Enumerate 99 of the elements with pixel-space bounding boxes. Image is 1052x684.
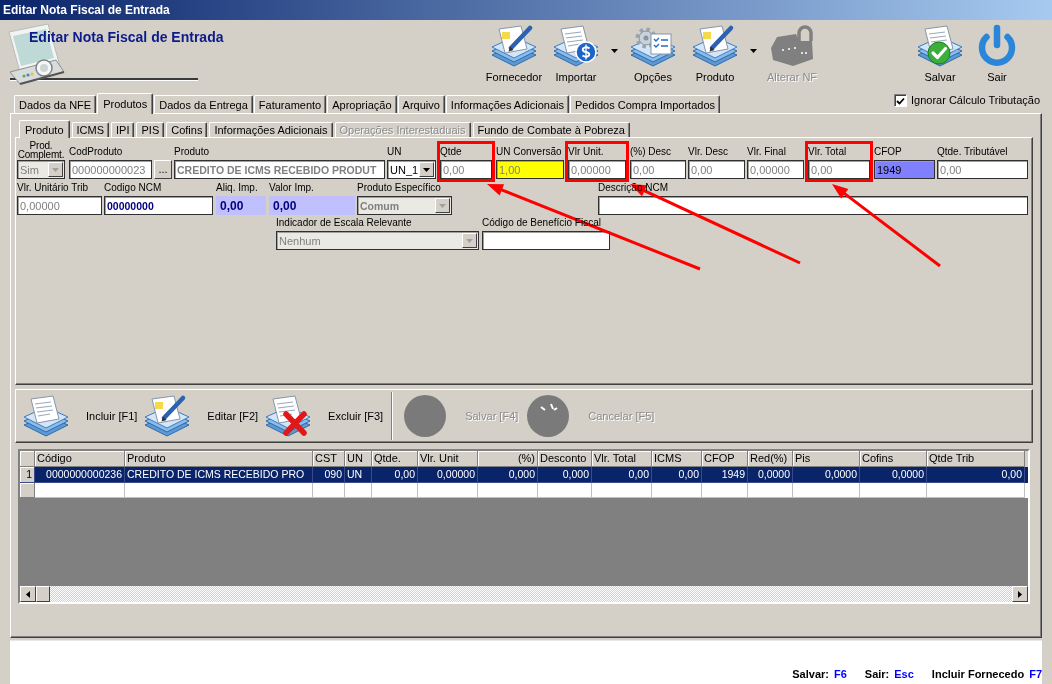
text-field[interactable] <box>598 196 1028 215</box>
column-header[interactable]: Cofins <box>860 451 927 467</box>
column-header[interactable]: Vlr. Unit <box>418 451 478 467</box>
tab[interactable]: Informações Adicionais <box>209 122 333 137</box>
documents-cross-icon <box>264 394 313 438</box>
tab[interactable]: ICMS <box>71 122 110 137</box>
field-label: Aliq. Imp. <box>216 182 258 194</box>
checkbox[interactable] <box>894 94 907 107</box>
value-display: 0,00 <box>269 196 355 215</box>
field-label: Produto <box>174 146 210 158</box>
action-button[interactable]: Excluir [F3] <box>264 394 384 438</box>
column-header[interactable]: Desconto <box>538 451 592 467</box>
column-header[interactable]: Qtde. <box>372 451 418 467</box>
field-label: Vlr Unit. <box>568 146 604 158</box>
caret-icon <box>52 167 59 172</box>
value-display: 0,00 <box>216 196 266 215</box>
toolbar-button[interactable]: Produto <box>685 24 745 84</box>
table-row[interactable]: 1 0000000000236 CREDITO DE ICMS RECEBIDO PRO 090 UN 0,00 0,00000 0,000 0,000 0,00 0,00 1949 0,0000 0,0000 0,0000 0,00 <box>20 467 1028 483</box>
action-button[interactable]: Editar [F2] <box>143 394 259 438</box>
caret-icon <box>439 203 446 208</box>
shortcut-key: Esc <box>894 668 914 681</box>
column-header[interactable]: (%) <box>478 451 538 467</box>
tab[interactable]: Produtos <box>97 93 154 114</box>
toolbar-button[interactable]: Salvar <box>912 24 968 84</box>
tab[interactable]: Pedidos Compra Importados <box>570 95 720 113</box>
tab[interactable]: Faturamento <box>253 95 327 113</box>
toolbar-button[interactable]: Importar <box>546 24 606 84</box>
tab[interactable]: Dados da NFE <box>14 95 97 113</box>
scroll-thumb[interactable] <box>36 586 50 602</box>
shortcut-key: F6 <box>833 668 847 681</box>
shortcut-key: F7 <box>1029 668 1042 681</box>
scroll-left-button[interactable] <box>20 586 36 602</box>
field-label: Vlr. Total <box>808 146 847 158</box>
column-header[interactable]: Qtde Trib <box>927 451 1025 467</box>
documents-check-icon <box>916 24 964 68</box>
field-label: Vlr. Desc <box>688 146 728 158</box>
checkmark-icon <box>896 96 905 105</box>
documents-pencil-icon <box>691 24 739 68</box>
column-header[interactable]: UN <box>345 451 372 467</box>
tab[interactable]: Dados da Entrega <box>154 95 253 113</box>
text-field[interactable] <box>482 231 610 250</box>
right-triangle-icon <box>1018 590 1022 598</box>
field-label: UN <box>387 146 402 158</box>
field-label: (%) Desc <box>630 146 672 158</box>
column-header[interactable]: Produto <box>125 451 313 467</box>
column-header[interactable]: CFOP <box>702 451 748 467</box>
tab[interactable]: Apropriação <box>327 95 397 113</box>
toolbar-button[interactable]: Sair <box>969 24 1025 84</box>
field-label: CodProduto <box>69 146 123 158</box>
documents-coin-icon <box>552 24 600 68</box>
shortcut-label: Incluir Fornecedo <box>931 668 1025 681</box>
documents-pencil-icon <box>490 24 538 68</box>
dropdown-field[interactable]: UN_1 <box>387 160 436 179</box>
caret-icon <box>423 167 430 172</box>
field-label: UN Conversão <box>496 146 562 158</box>
dropdown-caret-icon[interactable] <box>750 49 757 53</box>
dropdown-button[interactable] <box>419 162 434 177</box>
text-field[interactable]: 1949 <box>874 160 935 179</box>
scroll-right-button[interactable] <box>1012 586 1028 602</box>
window-title: Editar Nota Fiscal de Entrada <box>3 3 170 17</box>
caret-icon <box>466 238 473 243</box>
tab[interactable]: Produto <box>19 120 70 138</box>
field-label: Codigo NCM <box>104 182 162 194</box>
field-label: Vlr. Unitário Trib <box>17 182 89 194</box>
documents-icon <box>22 394 70 438</box>
toolbar-button[interactable]: Fornecedor <box>484 24 544 84</box>
field-label: Indicador de Escala Relevante <box>276 217 412 229</box>
checkbox-label[interactable]: Ignorar Cálculo Tributação <box>911 94 1040 107</box>
tab[interactable]: Arquivo <box>397 95 445 113</box>
field-label: Valor Imp. <box>269 182 314 194</box>
tab[interactable]: Informações Adicionais <box>445 95 569 113</box>
field-label: Qtde <box>440 146 462 158</box>
action-button[interactable]: Incluir [F1] <box>22 394 138 438</box>
toolbar-button[interactable]: Opções <box>623 24 683 84</box>
text-field[interactable]: 00000000 <box>104 196 213 215</box>
field-label: Prod. Complemt. <box>17 141 65 159</box>
form-title: Editar Nota Fiscal de Entrada <box>29 29 224 45</box>
field-label: Produto Específico <box>357 182 441 194</box>
column-header[interactable]: Vlr. Total <box>592 451 652 467</box>
shortcut-label: Sair: <box>864 668 890 681</box>
shortcut-label: Salvar: <box>792 668 829 681</box>
column-header[interactable]: CST <box>313 451 345 467</box>
field-label: Vlr. Final <box>747 146 786 158</box>
dropdown-caret-icon[interactable] <box>611 49 618 53</box>
column-header[interactable]: Código <box>35 451 125 467</box>
horizontal-scrollbar[interactable] <box>20 586 1028 602</box>
row-number: 1 <box>20 467 35 483</box>
column-header[interactable]: Red(%) <box>748 451 793 467</box>
left-triangle-icon <box>26 590 30 598</box>
tab[interactable]: PIS <box>136 122 165 137</box>
field-label: CFOP <box>874 146 902 158</box>
padlock-documents-icon <box>768 24 816 68</box>
column-header[interactable]: Pis <box>793 451 860 467</box>
documents-pencil-icon <box>143 394 192 438</box>
field-label: Qtde. Tributável <box>937 146 1008 158</box>
tab[interactable]: Cofins <box>166 122 208 137</box>
tab[interactable]: Fundo de Combate à Pobreza <box>472 122 630 137</box>
tab[interactable]: IPI <box>111 122 135 137</box>
column-header[interactable]: ICMS <box>652 451 702 467</box>
